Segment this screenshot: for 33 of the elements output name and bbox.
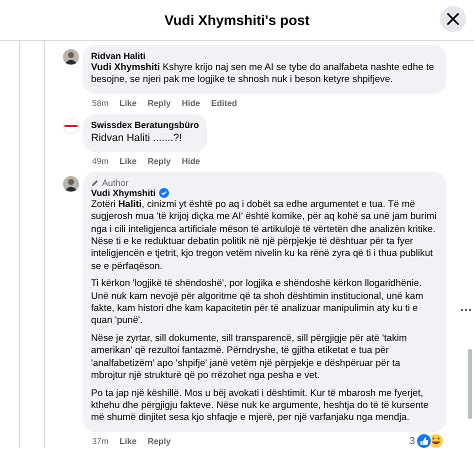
comment-text: Po ta jap një këshillë. Mos u bëj avokati i dështimit. Kur të mbarosh me fyerjet, kthehu dhe përgjigju fakteve. Nëse nuk ke argumente, heshtja do të të kursente më shumë dinjitet sesa kjo shfaqje e mjerë, per një varfanjaku nga mendja. [91,388,430,425]
reaction-icons[interactable] [416,433,444,450]
reaction-count[interactable]: 3 [409,436,415,447]
avatar[interactable] [63,49,79,65]
comment-action[interactable]: Like [120,436,137,446]
author-name[interactable]: Vudi Xhymshiti [91,188,156,198]
comment-action[interactable]: Hide [182,98,200,108]
pencil-icon [91,178,99,187]
comment-action[interactable]: Hide [182,156,200,166]
author-name[interactable]: Ridvan Haliti [91,51,146,61]
comment-text: Vudi Xhymshiti Kshyre krijo naj sen me AI se tybe do analfabeta nashte edhe te besojne, se njeri pak me logjike te shnosh nuk i beson ketyre shpifjeve. [91,62,436,87]
verified-icon [158,188,169,198]
comment-action[interactable]: Reply [148,436,171,446]
comment-action[interactable]: Reply [148,98,171,108]
comment-time[interactable]: 49m [92,156,109,166]
avatar[interactable] [63,176,79,192]
window-title: Vudi Xhymshiti's post [164,12,310,28]
comment-action[interactable]: Edited [211,98,238,108]
comment-text: Nëse je zyrtar, sill dokumente, sill transparencë, sill përgjigje për atë 'takim amerikan' që rezultoi fantazmë. Përndryshe, të gjitha etiketat e tua për 'analfabetizëm' apo 'shpifje' janë vetëm një përpjekje e dëshpëruar për ta mbrojtur një strukturë që po rrëzohet nga pesha e vet. [91,332,408,382]
author-label: Author [102,178,129,188]
comment-time[interactable]: 37m [92,436,109,446]
more-options-icon[interactable] [460,308,472,312]
close-icon [447,13,459,25]
author-name[interactable]: Swissdex Beratungsbüro [91,120,200,130]
close-button[interactable] [440,6,466,32]
comment-action[interactable]: Like [120,156,137,166]
scrollbar[interactable] [468,349,472,419]
comment-time[interactable]: 58m [92,98,109,108]
comment-text: Ridvan Haliti .......?! [91,130,184,145]
comment-text: Ti kërkon 'logjikë të shëndoshë', por logjika e shëndoshë kërkon llogaridhënie. Unë nuk kam nevojë për algoritme që ta shoh dështimin institucional, unë kam fakte, kam histori dhe kam kapacitetin për të analizuar manipulimin aty ku ti e quan 'punë'. [91,278,424,328]
comment-text: Zotëri Haliti, cinizmi yt është po aq i dobët sa edhe argumentet e tua. Të më sugjerosh mua 'të krijoj diçka me AI' është komike, për aq kohë sa unë jam burimi nga i cili inteligjenca artificiale mëson të artikulojë të vërtetën dhe analizën kritike. Nëse ti e ke reduktuar debatin politik në një përpjekje të dështuar për ta fyer inteligjencën e tjetrit, kjo tregon vetëm nivelin ku ka rënë zyra që ti i thua publikut se e përfaqëson. [91,198,438,274]
comment-action[interactable]: Like [120,98,137,108]
comment-action[interactable]: Reply [148,156,171,166]
